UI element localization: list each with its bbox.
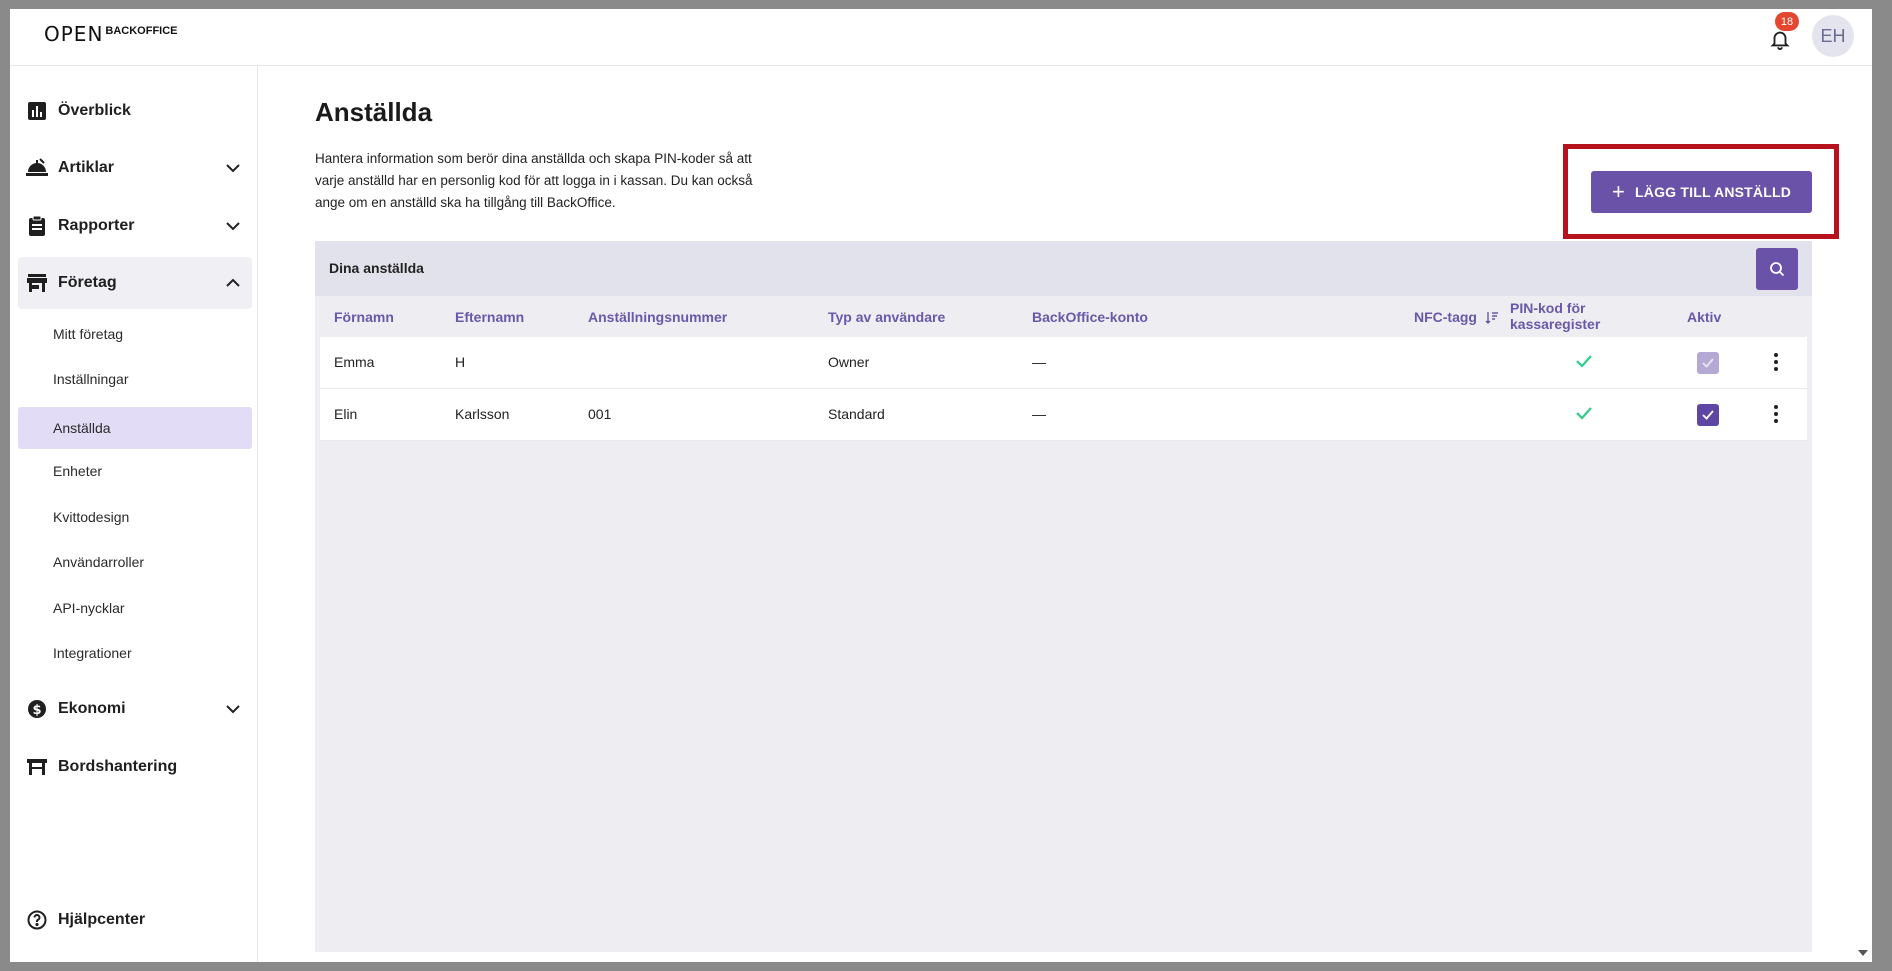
cell-last-name: H xyxy=(455,354,466,370)
logo[interactable]: OPEN BACKOFFICE xyxy=(44,23,178,45)
column-nfc-tag-label: NFC-tagg xyxy=(1414,309,1477,325)
active-checkbox[interactable] xyxy=(1697,352,1719,374)
logo-open-text: OPEN xyxy=(44,22,104,46)
notification-badge: 18 xyxy=(1775,12,1799,31)
cell-backoffice-account: — xyxy=(1032,406,1046,422)
sidebar-item-overblick[interactable]: Överblick xyxy=(18,85,252,137)
chevron-down-icon xyxy=(226,705,240,714)
sidebar-item-hjalpcenter[interactable]: Hjälpcenter xyxy=(18,894,252,946)
sidebar-sub-enheter[interactable]: Enheter xyxy=(18,450,252,492)
cell-employee-number: 001 xyxy=(588,406,612,422)
sidebar-item-label: Artiklar xyxy=(58,159,115,176)
pin-check-icon xyxy=(1576,355,1592,368)
column-pin-code-line1: PIN-kod för xyxy=(1510,300,1586,316)
table-row[interactable]: Emma H Owner — xyxy=(320,337,1807,389)
column-pin-code-line2: kassaregister xyxy=(1510,316,1601,332)
more-options-icon[interactable] xyxy=(1771,351,1781,373)
table-icon xyxy=(26,756,48,778)
sidebar-item-foretag[interactable]: Företag xyxy=(18,257,252,309)
sidebar-item-label: Överblick xyxy=(58,102,131,119)
sort-desc-icon xyxy=(1485,312,1498,325)
sidebar-item-rapporter[interactable]: Rapporter xyxy=(18,200,252,252)
pin-check-icon xyxy=(1576,407,1592,420)
add-employee-button[interactable]: + LÄGG TILL ANSTÄLLD xyxy=(1591,171,1812,213)
app-window: OPEN BACKOFFICE 18 EH Överblick Artiklar xyxy=(10,9,1872,962)
sidebar-item-label: Hjälpcenter xyxy=(58,911,146,928)
search-button[interactable] xyxy=(1756,248,1798,290)
avatar[interactable]: EH xyxy=(1812,15,1854,57)
top-bar: OPEN BACKOFFICE 18 EH xyxy=(10,9,1872,66)
more-options-icon[interactable] xyxy=(1771,403,1781,425)
sidebar-item-label: Ekonomi xyxy=(58,700,126,717)
column-pin-code[interactable]: PIN-kod för kassaregister xyxy=(1510,300,1600,332)
table-row[interactable]: Elin Karlsson 001 Standard — xyxy=(320,389,1807,441)
column-nfc-tag[interactable]: NFC-tagg xyxy=(1414,309,1499,325)
logo-backoffice-text: BACKOFFICE xyxy=(105,25,178,37)
chart-bars-icon xyxy=(26,100,48,122)
panel-header: Dina anställda xyxy=(315,241,1812,296)
clipboard-icon xyxy=(26,215,48,237)
add-employee-button-label: LÄGG TILL ANSTÄLLD xyxy=(1635,184,1792,200)
sidebar-sub-anstallda[interactable]: Anställda xyxy=(18,407,252,449)
food-tray-icon xyxy=(26,157,48,179)
panel-title: Dina anställda xyxy=(329,260,424,276)
sidebar-sub-installningar[interactable]: Inställningar xyxy=(18,358,252,400)
sidebar-sub-kvittodesign[interactable]: Kvittodesign xyxy=(18,496,252,538)
employees-panel: Dina anställda Förnamn Efternamn Anställ… xyxy=(315,241,1812,952)
sidebar-sub-mitt-foretag[interactable]: Mitt företag xyxy=(18,313,252,355)
sidebar-item-label: Bordshantering xyxy=(58,758,178,775)
scroll-down-arrow-icon[interactable] xyxy=(1854,944,1872,962)
active-checkbox[interactable] xyxy=(1697,404,1719,426)
sidebar: Överblick Artiklar Rapporter Företag Mit… xyxy=(10,66,258,962)
cell-backoffice-account: — xyxy=(1032,354,1046,370)
help-circle-icon xyxy=(26,909,48,931)
cell-last-name: Karlsson xyxy=(455,406,510,422)
store-icon xyxy=(26,272,48,294)
cell-first-name: Emma xyxy=(334,354,375,370)
column-backoffice-account[interactable]: BackOffice-konto xyxy=(1032,309,1148,325)
sidebar-sub-api-nycklar[interactable]: API-nycklar xyxy=(18,587,252,629)
column-user-type[interactable]: Typ av användare xyxy=(828,309,945,325)
plus-icon: + xyxy=(1611,179,1626,204)
page-title: Anställda xyxy=(315,97,433,127)
search-icon xyxy=(1770,262,1785,277)
cell-user-type: Owner xyxy=(828,354,870,370)
sidebar-item-ekonomi[interactable]: $ Ekonomi xyxy=(18,683,252,735)
sidebar-item-artiklar[interactable]: Artiklar xyxy=(18,142,252,194)
table-header: Förnamn Efternamn Anställningsnummer Typ… xyxy=(315,296,1812,336)
check-icon xyxy=(1702,358,1714,368)
sidebar-sub-integrationer[interactable]: Integrationer xyxy=(18,632,252,674)
sidebar-item-label: Företag xyxy=(58,274,117,291)
page-description: Hantera information som berör dina anstä… xyxy=(315,151,753,210)
dollar-circle-icon: $ xyxy=(26,698,48,720)
sidebar-item-label: Rapporter xyxy=(58,217,135,234)
chevron-down-icon xyxy=(226,222,240,231)
column-employee-number[interactable]: Anställningsnummer xyxy=(588,309,727,325)
cell-user-type: Standard xyxy=(828,406,885,422)
check-icon xyxy=(1702,410,1714,420)
sidebar-sub-anvandarroller[interactable]: Användarroller xyxy=(18,541,252,583)
chevron-down-icon xyxy=(226,164,240,173)
sidebar-item-bordshantering[interactable]: Bordshantering xyxy=(18,741,252,793)
column-active[interactable]: Aktiv xyxy=(1687,309,1721,325)
svg-text:$: $ xyxy=(32,703,41,718)
column-first-name[interactable]: Förnamn xyxy=(334,309,394,325)
chevron-up-icon xyxy=(226,278,240,287)
cell-first-name: Elin xyxy=(334,406,358,422)
column-last-name[interactable]: Efternamn xyxy=(455,309,524,325)
